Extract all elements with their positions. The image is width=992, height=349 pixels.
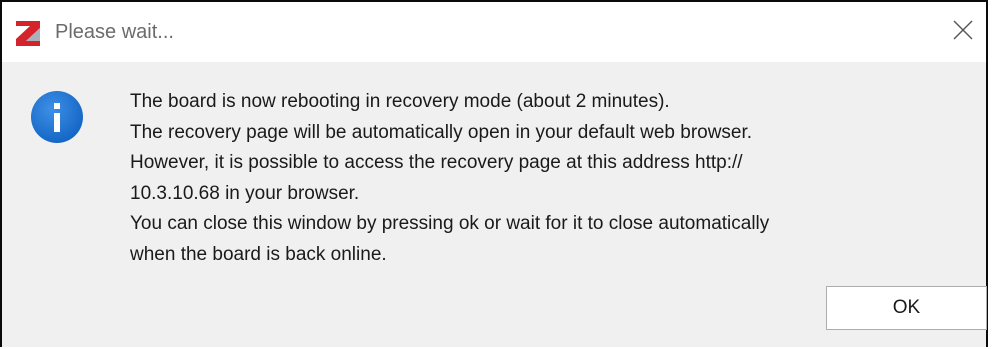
dialog-content: The board is now rebooting in recovery m…: [2, 62, 987, 347]
message-line: You can close this window by pressing ok…: [130, 213, 770, 234]
message-line: However, it is possible to access the re…: [130, 152, 743, 173]
dialog-message: The board is now rebooting in recovery m…: [130, 87, 970, 270]
dialog-window: Please wait... The board is now rebootin…: [0, 0, 988, 347]
app-logo-icon: [14, 19, 42, 47]
message-line: The recovery page will be automatically …: [130, 121, 753, 143]
ok-button[interactable]: OK: [826, 286, 987, 330]
info-icon: [30, 90, 84, 144]
window-title: Please wait...: [55, 21, 174, 43]
close-icon[interactable]: [952, 19, 974, 46]
message-line: 10.3.10.68 in your browser.: [130, 182, 360, 204]
message-line: The board is now rebooting in recovery m…: [130, 91, 670, 112]
message-line: when the board is back online.: [130, 243, 387, 265]
title-bar: Please wait...: [2, 2, 986, 62]
close-button[interactable]: [946, 14, 980, 50]
